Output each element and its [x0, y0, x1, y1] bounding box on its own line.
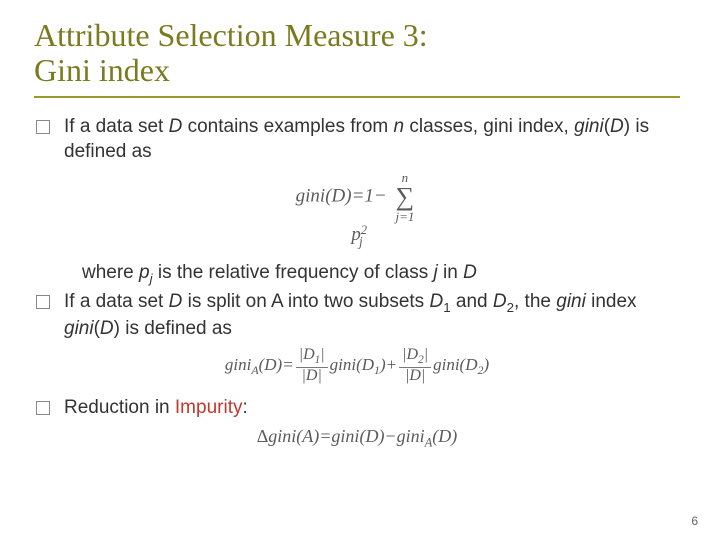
page-number: 6 — [691, 514, 698, 528]
fraction-icon: |D2||D| — [399, 347, 431, 385]
bullet-marker-icon — [36, 295, 50, 309]
title-underline — [34, 96, 680, 98]
impurity-highlight: Impurity — [175, 397, 243, 418]
bullet-3: Reduction in Impurity: — [34, 395, 680, 420]
bullet-2: If a data set D is split on A into two s… — [34, 289, 680, 341]
slide-title: Attribute Selection Measure 3: Gini inde… — [34, 18, 680, 88]
bullet-1: If a data set D contains examples from n… — [34, 114, 680, 164]
formula-gini-split: giniA(D)=|D1||D|gini(D1)+|D2||D|gini(D2) — [34, 347, 680, 385]
bullet-3-text: Reduction in Impurity: — [64, 395, 680, 420]
bullet-marker-icon — [36, 401, 50, 415]
where-clause: where pj is the relative frequency of cl… — [82, 260, 680, 287]
formula-delta-gini: Δgini(A)=gini(D)−giniA(D) — [34, 426, 680, 451]
bullet-marker-icon — [36, 120, 50, 134]
bullet-2-text: If a data set D is split on A into two s… — [64, 289, 680, 341]
bullet-1-text: If a data set D contains examples from n… — [64, 114, 680, 164]
title-line-2: Gini index — [34, 52, 170, 88]
fraction-icon: |D1||D| — [296, 347, 328, 385]
sigma-icon: n ∑ j=1 — [395, 171, 414, 223]
title-line-1: Attribute Selection Measure 3: — [34, 17, 428, 53]
formula-gini-def: gini(D)=1− n ∑ j=1 p2j — [34, 171, 680, 250]
slide-content: Attribute Selection Measure 3: Gini inde… — [0, 0, 720, 471]
